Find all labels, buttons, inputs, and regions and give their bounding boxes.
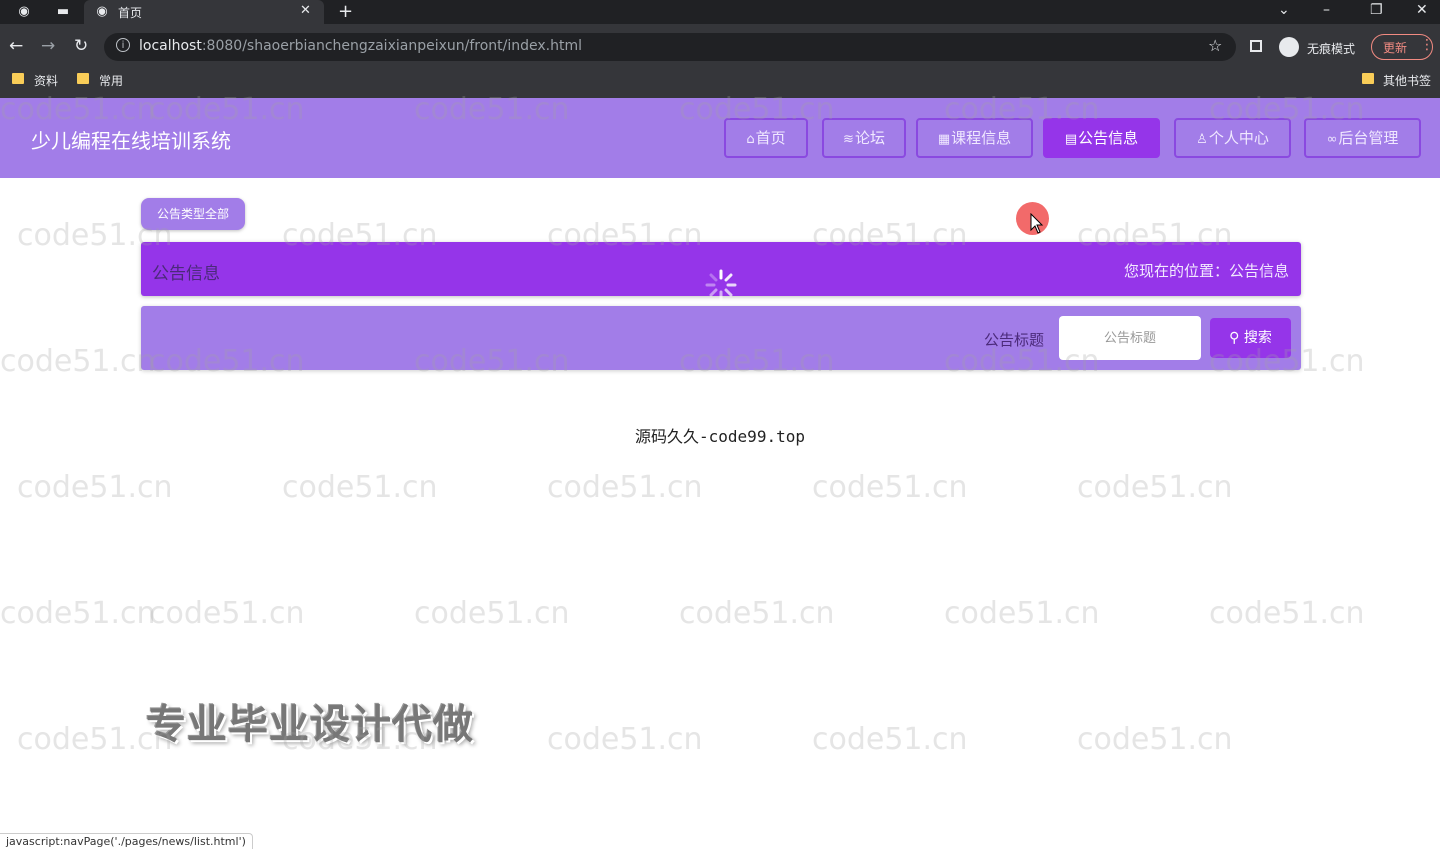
watermark-text: code51.cn [0,344,156,379]
breadcrumb: 您现在的位置：公告信息 [1123,262,1289,280]
home-icon: ⌂ [746,132,755,147]
watermark-text: code51.cn [679,596,835,631]
watermark-text: code51.cn [547,722,703,757]
mouse-cursor-icon [1030,213,1044,234]
footer-text: 源码久久-code99.top [635,427,805,446]
site-info-icon[interactable]: i [116,38,130,52]
watermark-text: code51.cn [1077,722,1233,757]
watermark-text: code51.cn [547,470,703,505]
incognito-label: 无痕模式 [1307,42,1356,56]
watermark-text: code51.cn [0,596,156,631]
folder-icon [77,73,89,84]
watermark-text: code51.cn [282,470,438,505]
tab-strip-icon[interactable]: ▬ [55,4,71,20]
watermark-text: code51.cn [414,596,570,631]
globe-icon: ◉ [96,4,108,19]
search-icon: ⚲ [1229,330,1240,346]
watermark-text: code51.cn [1209,596,1365,631]
search-button[interactable]: ⚲ 搜索 [1210,318,1291,358]
watermark-text: code51.cn [812,470,968,505]
tab-close-icon[interactable]: ✕ [300,3,311,18]
folder-icon [12,73,24,84]
nav-home[interactable]: ⌂首页 [724,118,808,158]
menu-dots-icon[interactable]: ⋮ [1420,37,1434,53]
nav-notices[interactable]: ▤公告信息 [1043,118,1160,158]
status-bar-url: javascript:navPage('./pages/news/list.ht… [0,833,253,849]
folder-icon [1362,73,1374,84]
watermark-text: code51.cn [17,470,173,505]
loading-spinner-icon [705,269,737,301]
watermark-text: code51.cn [149,596,305,631]
tab-search-icon[interactable]: ⌄ [1278,2,1290,18]
nav-personal-center[interactable]: ♙个人中心 [1174,118,1291,158]
notice-type-filter-button[interactable]: 公告类型全部 [141,198,245,230]
tab-title[interactable]: 首页 [118,4,142,21]
close-window-icon[interactable]: ✕ [1416,2,1428,18]
bookmark-folder-2[interactable]: 常用 [99,72,123,89]
browser-logo-icon[interactable]: ◉ [16,4,32,20]
watermark-text: code51.cn [812,722,968,757]
grid-icon: ▦ [937,132,951,147]
bookmark-star-icon[interactable]: ☆ [1208,36,1222,55]
page-title: 公告信息 [152,264,220,284]
side-panel-icon[interactable] [1250,40,1262,52]
nav-admin[interactable]: ∞后台管理 [1304,118,1421,158]
update-label[interactable]: 更新 [1383,39,1407,56]
promo-banner: 专业毕业设计代做 [146,702,474,748]
other-bookmarks[interactable]: 其他书签 [1383,72,1431,89]
user-icon: ♙ [1196,132,1208,147]
bookmark-folder-1[interactable]: 资料 [34,72,58,89]
forward-icon[interactable]: → [41,36,55,56]
new-tab-icon[interactable]: + [338,1,353,22]
watermark-text: code51.cn [944,596,1100,631]
incognito-icon [1279,37,1299,57]
link-icon: ∞ [1326,132,1338,147]
bookmarks-bar [0,69,1440,99]
restore-icon[interactable]: ❐ [1370,2,1383,18]
minimize-icon[interactable]: – [1323,2,1330,18]
document-icon: ▤ [1064,132,1078,147]
nav-courses[interactable]: ▦课程信息 [916,118,1033,158]
nav-forum[interactable]: ≋论坛 [822,118,906,158]
reload-icon[interactable]: ↻ [74,36,88,56]
site-title: 少儿编程在线培训系统 [31,129,231,153]
search-input[interactable] [1059,316,1201,360]
layers-icon: ≋ [843,132,854,147]
back-icon[interactable]: ← [9,36,23,56]
url-text[interactable]: localhost:8080/shaoerbianchengzaixianpei… [139,38,582,54]
watermark-text: code51.cn [1077,470,1233,505]
search-label: 公告标题 [984,331,1045,349]
